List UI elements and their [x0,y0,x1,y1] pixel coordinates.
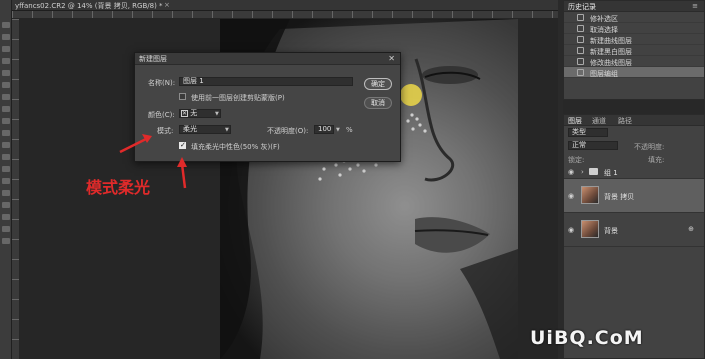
history-item-label: 图层编组 [590,70,618,78]
history-step-icon [577,36,584,43]
tab-layers[interactable]: 图层 [568,116,582,126]
eye-icon[interactable]: ◉ [568,226,574,234]
layer-fill-label: 填充: [648,156,665,164]
layers-panel-tabs: 图层 通道 路径 [564,115,704,126]
blend-mode-select[interactable]: 正常 [568,141,618,150]
history-panel: 历史记录 ≡ 修补选区 取消选择 新建曲线图层 新建黑白图层 修改曲线图层 图层… [563,0,705,100]
history-item[interactable]: 取消选择 [564,23,704,34]
tab-channels[interactable]: 通道 [592,116,606,126]
lock-icon: ⊕ [688,225,694,233]
layer-filter-row: 类型 [564,126,704,139]
blend-row: 正常 不透明度: [564,139,704,152]
layer-name: 组 1 [604,169,618,177]
layer-opacity-label: 不透明度: [634,143,665,151]
layers-panel: 图层 通道 路径 类型 正常 不透明度: 锁定: 填充: ◉ › 组 1 ◉ 背… [563,114,705,359]
eye-icon[interactable]: ◉ [568,168,574,176]
layer-thumbnail [581,220,599,238]
watermark: UiBQ.CoM [530,327,644,349]
history-step-icon [577,58,584,65]
history-item[interactable]: 修改曲线图层 [564,56,704,67]
folder-icon [589,168,598,175]
chevron-right-icon[interactable]: › [581,168,584,176]
history-step-icon [577,47,584,54]
layer-kind-filter[interactable]: 类型 [568,128,608,137]
history-item[interactable]: 新建黑白图层 [564,45,704,56]
panel-menu-icon[interactable]: ≡ [692,2,698,10]
tab-paths[interactable]: 路径 [618,116,632,126]
history-item[interactable]: 修补选区 [564,12,704,23]
history-item[interactable]: 新建曲线图层 [564,34,704,45]
history-item[interactable]: 图层编组 [564,67,704,78]
lock-row: 锁定: 填充: [564,152,704,165]
layer-group-row[interactable]: ◉ › 组 1 [564,165,704,179]
layer-thumbnail [581,186,599,204]
layer-row[interactable]: ◉ 背景 拷贝 [564,179,704,213]
lock-label: 锁定: [568,156,585,164]
history-step-icon [577,14,584,21]
history-step-icon [577,25,584,32]
history-panel-header[interactable]: 历史记录 ≡ [564,1,704,12]
layer-name: 背景 拷贝 [604,193,635,201]
layer-name: 背景 [604,227,618,235]
history-panel-title: 历史记录 [568,3,596,11]
history-step-icon [577,69,584,76]
annotation-text: 模式柔光 [86,178,151,197]
eye-icon[interactable]: ◉ [568,192,574,200]
layer-row[interactable]: ◉ 背景 ⊕ [564,213,704,247]
